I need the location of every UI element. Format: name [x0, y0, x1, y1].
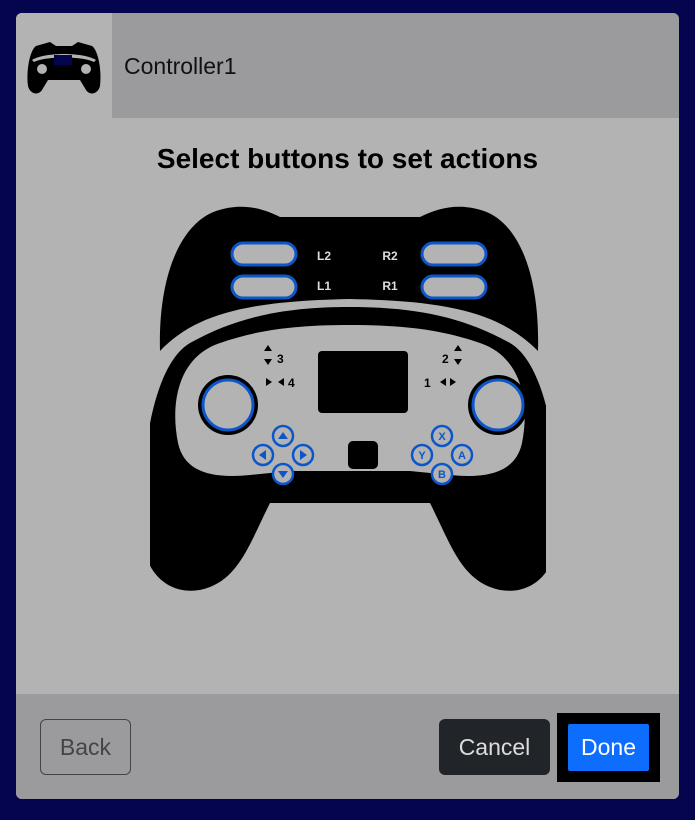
cancel-button[interactable]: Cancel — [439, 719, 550, 775]
done-button[interactable]: Done — [568, 724, 649, 771]
r1-button[interactable] — [420, 274, 488, 300]
axis4-label: 4 — [288, 376, 295, 390]
l2-label: L2 — [317, 249, 331, 263]
controller-diagram: L2 L1 R2 R1 3 4 2 1 X Y A B — [150, 206, 546, 591]
dialog-footer: Back Cancel Done — [16, 694, 679, 799]
axis1-label: 1 — [424, 376, 431, 390]
x-button-label: X — [438, 431, 446, 443]
r2-button[interactable] — [420, 241, 488, 267]
a-button-label: A — [458, 450, 466, 462]
done-button-focus-ring: Done — [557, 713, 660, 782]
instruction-heading: Select buttons to set actions — [156, 143, 539, 174]
r2-label: R2 — [382, 249, 398, 263]
brain-screen — [318, 351, 408, 413]
controller-icon-box — [16, 13, 112, 118]
b-button-label: B — [438, 469, 446, 481]
axis2-label: 2 — [442, 352, 449, 366]
y-button-label: Y — [418, 450, 426, 462]
gamepad-icon — [27, 42, 101, 94]
r1-label: R1 — [382, 279, 398, 293]
controller-name: Controller1 — [124, 53, 237, 79]
dialog-header: Controller1 — [16, 13, 679, 118]
right-joystick-cap[interactable] — [471, 378, 525, 432]
back-button[interactable]: Back — [40, 719, 131, 775]
center-button[interactable] — [348, 441, 378, 469]
axis3-label: 3 — [277, 352, 284, 366]
left-joystick-cap[interactable] — [201, 378, 255, 432]
l2-button[interactable] — [230, 241, 298, 267]
controller-setup-dialog: Controller1 Select buttons to set action… — [16, 13, 679, 799]
l1-label: L1 — [317, 279, 331, 293]
l1-button[interactable] — [230, 274, 298, 300]
